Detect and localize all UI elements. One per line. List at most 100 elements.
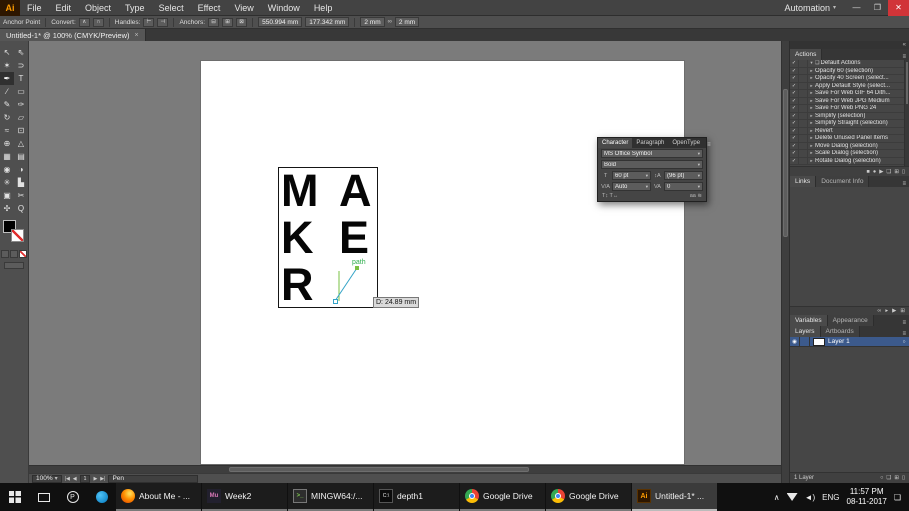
- dialog-toggle[interactable]: [799, 75, 808, 82]
- action-row[interactable]: ✓ ▸ Save For Web GIF 64 Dith...: [790, 90, 909, 98]
- action-row[interactable]: ✓ ▸ Opacity 40 Screen (select...: [790, 75, 909, 83]
- action-row[interactable]: ✓ ▸ Delete Unused Panel Items: [790, 135, 909, 143]
- pen-tool[interactable]: ✒: [0, 72, 14, 85]
- checkmark-icon[interactable]: ✓: [790, 97, 799, 104]
- expand-arrow-icon[interactable]: ▸: [808, 113, 815, 119]
- start-button[interactable]: [0, 483, 29, 511]
- magic-wand-tool[interactable]: ✶: [0, 59, 14, 72]
- color-button[interactable]: [1, 250, 9, 258]
- shape-builder-tool[interactable]: ⊕: [0, 137, 14, 150]
- expand-arrow-icon[interactable]: ▸: [808, 83, 815, 89]
- checkmark-icon[interactable]: ✓: [790, 112, 799, 119]
- task-view-button[interactable]: [29, 483, 58, 511]
- stop-playing-button[interactable]: ■: [867, 169, 870, 175]
- taskbar-app-illustrator[interactable]: Ai Untitled-1* ...: [632, 483, 717, 511]
- x-position-field[interactable]: 550.994 mm: [258, 17, 303, 27]
- first-artboard-button[interactable]: |◀: [65, 476, 70, 482]
- people-button[interactable]: P: [58, 483, 87, 511]
- menu-type[interactable]: Type: [118, 0, 152, 16]
- mesh-tool[interactable]: ▦: [0, 150, 14, 163]
- artboard-tool[interactable]: ▣: [0, 189, 14, 202]
- checkmark-icon[interactable]: ✓: [790, 82, 799, 89]
- font-style-select[interactable]: Bold ▾: [601, 160, 703, 169]
- height-field[interactable]: 2 mm: [394, 17, 420, 27]
- taskbar-app-firefox[interactable]: About Me - ...: [116, 483, 201, 511]
- language-indicator[interactable]: ENG: [822, 493, 839, 502]
- dialog-toggle[interactable]: [799, 105, 808, 112]
- last-artboard-button[interactable]: ▶|: [100, 476, 105, 482]
- selection-tool[interactable]: ↖: [0, 46, 14, 59]
- dialog-toggle[interactable]: [799, 135, 808, 142]
- blend-tool[interactable]: ◑: [14, 163, 28, 176]
- font-size-field[interactable]: 60 pt ▾: [612, 171, 651, 180]
- checkmark-icon[interactable]: ✓: [790, 157, 799, 164]
- action-row[interactable]: ✓ ▸ Apply Default Style (select...: [790, 82, 909, 90]
- checkmark-icon[interactable]: ✓: [790, 75, 799, 82]
- checkmark-icon[interactable]: ✓: [790, 90, 799, 97]
- prev-artboard-button[interactable]: ◀: [73, 476, 77, 482]
- font-family-select[interactable]: MS Office Symbol ▾: [601, 149, 703, 158]
- checkmark-icon[interactable]: ✓: [790, 150, 799, 157]
- tab-links[interactable]: Links: [790, 176, 817, 187]
- hand-tool[interactable]: ✣: [0, 202, 14, 215]
- action-row[interactable]: ✓ ▸ Rotate Dialog (selection): [790, 157, 909, 165]
- network-icon[interactable]: [786, 493, 798, 501]
- make-mask-button[interactable]: ○: [880, 475, 883, 481]
- convert-smooth-button[interactable]: ∩: [92, 17, 104, 27]
- canvas-pasteboard[interactable]: M A K E R path D: 24.89 mm: [29, 41, 781, 465]
- stroke-color-swatch[interactable]: [11, 229, 24, 242]
- tab-appearance[interactable]: Appearance: [827, 315, 874, 326]
- rotate-tool[interactable]: ↻: [0, 111, 14, 124]
- menu-select[interactable]: Select: [152, 0, 191, 16]
- tab-layers[interactable]: Layers: [790, 326, 821, 337]
- taskbar-app-chrome-1[interactable]: Google Drive: [460, 483, 545, 511]
- expand-arrow-icon[interactable]: ▸: [808, 90, 815, 96]
- cut-path-button[interactable]: ⊠: [236, 17, 248, 27]
- menu-object[interactable]: Object: [78, 0, 118, 16]
- new-set-button[interactable]: ❑: [886, 169, 891, 175]
- scale-tool[interactable]: ▱: [14, 111, 28, 124]
- expand-arrow-icon[interactable]: ▸: [808, 75, 815, 81]
- taskbar-app-chrome-2[interactable]: Google Drive: [546, 483, 631, 511]
- checkmark-icon[interactable]: ✓: [790, 60, 799, 67]
- vertical-scrollbar-thumb[interactable]: [783, 89, 788, 237]
- menu-file[interactable]: File: [20, 0, 49, 16]
- type-tool[interactable]: T: [14, 72, 28, 85]
- dialog-toggle[interactable]: [799, 67, 808, 74]
- tab-variables[interactable]: Variables: [790, 315, 828, 326]
- relink-button[interactable]: ∞: [877, 308, 881, 314]
- hide-handles-button[interactable]: ⊣: [157, 17, 169, 27]
- tab-artboards[interactable]: Artboards: [820, 326, 860, 337]
- action-row[interactable]: ✓ ▸ Revert: [790, 127, 909, 135]
- close-button[interactable]: ✕: [888, 0, 909, 16]
- layer-name[interactable]: Layer 1: [828, 338, 899, 345]
- scale-icons[interactable]: T↕ T↔: [602, 193, 618, 199]
- taskbar-app-depth1[interactable]: C:\ depth1: [374, 483, 459, 511]
- none-button[interactable]: [19, 250, 27, 258]
- tab-character[interactable]: Character: [598, 138, 633, 148]
- expand-arrow-icon[interactable]: ▸: [808, 98, 815, 104]
- dialog-toggle[interactable]: [799, 90, 808, 97]
- horizontal-scrollbar-thumb[interactable]: [229, 467, 529, 472]
- action-row[interactable]: ✓ ▸ Save For Web JPG Medium: [790, 97, 909, 105]
- rectangle-tool[interactable]: ▭: [14, 85, 28, 98]
- close-tab-icon[interactable]: ×: [135, 32, 139, 39]
- gradient-button[interactable]: [10, 250, 18, 258]
- vertical-scrollbar[interactable]: [781, 41, 789, 483]
- slice-tool[interactable]: ✂: [14, 189, 28, 202]
- expand-arrow-icon[interactable]: ▸: [808, 150, 815, 156]
- dialog-toggle[interactable]: [799, 157, 808, 164]
- dialog-toggle[interactable]: [799, 127, 808, 134]
- menu-view[interactable]: View: [227, 0, 260, 16]
- free-transform-tool[interactable]: ⊡: [14, 124, 28, 137]
- pencil-tool[interactable]: ✑: [14, 98, 28, 111]
- convert-corner-button[interactable]: ∧: [78, 17, 90, 27]
- layer-row[interactable]: ◉ Layer 1 ○: [790, 337, 909, 347]
- expand-arrow-icon[interactable]: ▸: [808, 143, 815, 149]
- menu-effect[interactable]: Effect: [191, 0, 228, 16]
- begin-recording-button[interactable]: ●: [873, 169, 876, 175]
- expand-arrow-icon[interactable]: ▸: [808, 68, 815, 74]
- new-action-button[interactable]: ⊞: [894, 169, 899, 175]
- expand-arrow-icon[interactable]: ▸: [808, 158, 815, 164]
- action-row[interactable]: ✓ ▸ Save For Web PNG 24: [790, 105, 909, 113]
